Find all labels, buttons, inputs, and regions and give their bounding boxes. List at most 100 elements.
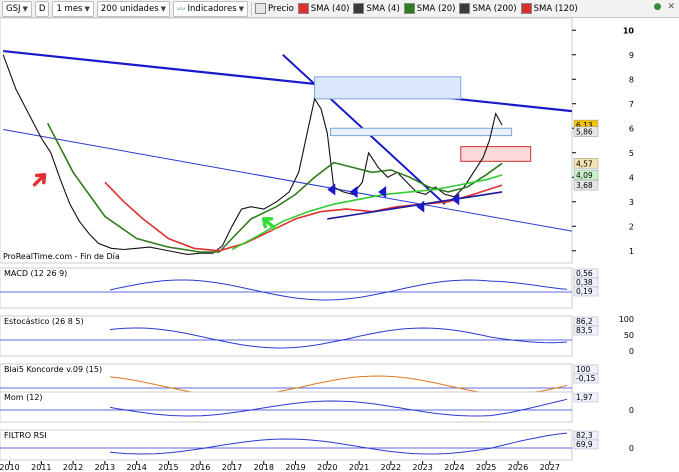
close-icon[interactable]: ✕: [667, 2, 675, 12]
chart-area: 123456789106,135,864,574,093,68ProRealTi…: [0, 18, 635, 472]
x-tick-label: 2015: [158, 463, 178, 472]
price-tag-label: 4,57: [576, 159, 593, 168]
x-tick-label: 2010: [0, 463, 20, 472]
x-tick-label: 2021: [349, 463, 369, 472]
pin-icon[interactable]: ●: [654, 2, 662, 12]
period-selector[interactable]: 1 mes ▼: [52, 0, 94, 17]
panel-tag-label: 69,9: [576, 440, 593, 449]
zone-support: [460, 146, 532, 162]
indicators-label: Indicadores: [187, 3, 237, 14]
panel-tag-label: 1,97: [576, 393, 593, 402]
x-tick-label: 2011: [31, 463, 51, 472]
panel-mom: [0, 391, 573, 423]
x-tick-label: 2027: [540, 463, 560, 472]
chevron-down-icon: ▼: [160, 4, 167, 13]
price-panel-frame: [0, 18, 573, 264]
panel-label: Mom (12): [4, 393, 43, 402]
x-tick-label: 2016: [190, 463, 210, 472]
legend-label: SMA (120): [533, 3, 578, 14]
price-tag-label: 4,09: [576, 171, 593, 180]
units-selector[interactable]: 200 unidades ▼: [96, 0, 171, 17]
window-controls: ● ✕: [654, 2, 675, 12]
panel-label: Blai5 Koncorde v.09 (15): [4, 365, 102, 374]
symbol-label: GSJ: [6, 3, 21, 14]
y-tick-label: 6: [629, 124, 634, 133]
x-tick-label: 2017: [222, 463, 242, 472]
y-tick-label: 5: [629, 149, 634, 158]
panel-tag-label: 86,2: [576, 317, 593, 326]
panel-axis-label: 0: [629, 347, 634, 356]
toolbar-divider: [251, 1, 253, 16]
panel-tag-label: 0,38: [576, 278, 593, 287]
panel-tag-label: 82,3: [576, 431, 593, 440]
panel-tag-label: 0,56: [576, 269, 593, 278]
y-tick-label: 9: [629, 51, 634, 60]
legend-swatch: [459, 3, 471, 14]
legend-item[interactable]: SMA (200): [459, 3, 517, 14]
panel-label: MACD (12 26 9): [4, 269, 67, 278]
y-tick-label: 10: [623, 26, 635, 35]
d-button[interactable]: D: [34, 0, 50, 17]
panel-axis-label: 0: [629, 406, 634, 415]
x-tick-label: 2013: [95, 463, 115, 472]
legend-swatch: [403, 3, 415, 14]
legend-item[interactable]: Precio: [255, 3, 294, 14]
units-label: 200 unidades: [100, 3, 159, 14]
zone-minor: [329, 127, 513, 137]
indicators-icon: 〰: [177, 4, 186, 15]
legend-label: Precio: [268, 3, 294, 14]
x-tick-label: 2018: [254, 463, 274, 472]
panel-axis-label: 0: [629, 444, 634, 453]
panel-label: Estocástico (26 8 5): [4, 317, 84, 326]
legend-label: SMA (200): [472, 3, 517, 14]
price-tag-label: 3,68: [576, 181, 593, 190]
panel-axis-label: 100: [619, 315, 634, 324]
y-tick-label: 8: [629, 75, 634, 84]
x-tick-label: 2019: [285, 463, 305, 472]
chevron-down-icon: ▼: [22, 4, 28, 13]
x-tick-label: 2025: [476, 463, 496, 472]
x-tick-label: 2014: [126, 463, 146, 472]
x-tick-label: 2026: [508, 463, 528, 472]
legend-swatch: [353, 3, 365, 14]
y-tick-label: 3: [629, 198, 634, 207]
panel-macd: [0, 267, 573, 309]
chevron-down-icon: ▼: [238, 4, 245, 13]
panel-tag-label: 0,19: [576, 287, 593, 296]
panel-label: FILTRO RSI: [4, 431, 47, 440]
panel-axis-label: 50: [624, 331, 634, 340]
panel-tag-label: 83,5: [576, 326, 593, 335]
panel-rsi: [0, 429, 573, 461]
x-tick-label: 2023: [412, 463, 432, 472]
d-button-label: D: [38, 3, 46, 14]
legend-swatch: [297, 3, 309, 14]
panel-tag-label: 100: [576, 365, 591, 374]
watermark: ProRealTime.com - Fin de Día: [3, 252, 120, 261]
legend-item[interactable]: SMA (40): [297, 3, 350, 14]
x-tick-label: 2024: [444, 463, 464, 472]
legend-label: SMA (4): [366, 3, 400, 14]
indicators-button[interactable]: 〰 Indicadores ▼: [173, 0, 249, 17]
panel-tag-label: -0,15: [576, 374, 596, 383]
x-tick-label: 2020: [317, 463, 337, 472]
price-tag-label: 5,86: [576, 128, 593, 137]
y-tick-label: 7: [629, 100, 634, 109]
period-label: 1 mes: [56, 3, 83, 14]
legend-item[interactable]: SMA (20): [403, 3, 456, 14]
legend-swatch: [255, 3, 267, 14]
x-tick-label: 2022: [381, 463, 401, 472]
legend-item[interactable]: SMA (120): [520, 3, 578, 14]
y-tick-label: 2: [629, 222, 634, 231]
legend: Precio SMA (40) SMA (4) SMA (20) SMA (200) SM…: [255, 3, 578, 14]
zone-resistance: [314, 76, 462, 100]
y-tick-label: 1: [629, 247, 634, 256]
legend-label: SMA (20): [416, 3, 456, 14]
y-tick-label: 4: [629, 173, 634, 182]
symbol-selector[interactable]: GSJ ▼: [2, 0, 32, 17]
toolbar: GSJ ▼ D 1 mes ▼ 200 unidades ▼ 〰 Indicadores…: [0, 0, 679, 18]
legend-swatch: [520, 3, 532, 14]
legend-item[interactable]: SMA (4): [353, 3, 400, 14]
legend-label: SMA (40): [310, 3, 350, 14]
chevron-down-icon: ▼: [84, 4, 90, 13]
x-tick-label: 2012: [63, 463, 83, 472]
